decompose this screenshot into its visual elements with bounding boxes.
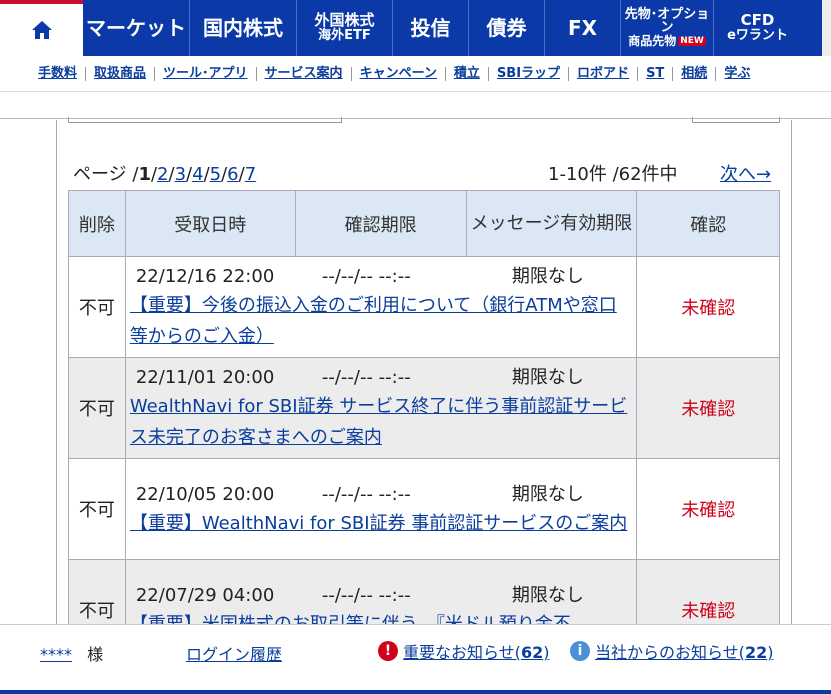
subnav-inheritance[interactable]: 相続 [673,66,717,81]
nav-funds[interactable]: 投信 [393,0,469,56]
subnav-sbi-wrap[interactable]: SBIラップ [489,66,570,81]
col-received: 受取日時 [124,190,296,257]
subnav-tsumitate[interactable]: 積立 [446,66,489,81]
home-tab[interactable] [0,0,83,56]
table-row: 不可 22/12/16 22:00 --/--/-- --:-- 期限なし 【重要】… [68,256,780,358]
col-delete: 削除 [68,190,126,257]
delete-cell: 不可 [68,458,126,560]
home-icon [31,21,52,39]
company-notice: i 当社からのお知らせ(22) [570,639,773,663]
table-row: 不可 22/11/01 20:00 --/--/-- --:-- 期限なし Weal… [68,357,780,459]
subnav-roboad[interactable]: ロボアド [569,66,639,81]
button-stub[interactable] [692,117,780,123]
page-link-5[interactable]: 5 [210,164,221,185]
message-subject-link[interactable]: 【重要】WealthNavi for SBI証券 事前認証サービスのご案内 [130,513,627,534]
next-page-link[interactable]: 次へ→ [720,160,771,186]
subnav-fees[interactable]: 手数料 [30,66,87,81]
delete-cell: 不可 [68,357,126,459]
message-cell: 22/11/01 20:00 --/--/-- --:-- 期限なし WealthN… [124,357,638,459]
page-link-2[interactable]: 2 [157,164,168,185]
info-icon: i [570,641,590,661]
subnav-campaign[interactable]: キャンペーン [352,66,446,81]
nav-edge [822,0,831,56]
table-header: 削除 受取日時 確認期限 メッセージ有効期限 確認 [68,190,780,257]
nav-foreign-stock[interactable]: 外国株式 海外ETF [297,0,393,56]
page-link-3[interactable]: 3 [175,164,186,185]
nav-futures-options[interactable]: 先物･オプション 商品先物 NEW [621,0,714,56]
message-cell: 22/10/05 20:00 --/--/-- --:-- 期限なし 【重要】Wea… [124,458,638,560]
important-notice: ! 重要なお知らせ(62) [378,639,549,663]
bottom-bar [0,690,831,694]
current-page: 1 [138,164,151,185]
login-history-link[interactable]: ログイン履歴 [186,641,282,665]
nav-fx[interactable]: FX [545,0,621,56]
status-unread: 未確認 [636,458,780,560]
page-link-7[interactable]: 7 [245,164,256,185]
user-link[interactable]: **** [40,645,72,664]
col-confirm: 確認 [636,190,780,257]
subnav-learn[interactable]: 学ぶ [716,66,758,81]
subnav-services[interactable]: サービス案内 [257,66,352,81]
result-count: 1-10件 /62件中 [548,164,678,185]
col-deadline: 確認期限 [294,190,467,257]
new-badge: NEW [678,35,706,47]
message-subject-link[interactable]: WealthNavi for SBI証券 サービス終了に伴う事前認証サービス未完… [130,396,627,448]
page-link-4[interactable]: 4 [192,164,203,185]
footer: **** 様 ログイン履歴 ! 重要なお知らせ(62) i 当社からのお知らせ(… [0,624,831,690]
message-cell: 22/12/16 22:00 --/--/-- --:-- 期限なし 【重要】今後の… [124,256,638,358]
sub-nav: 手数料 取扱商品 ツール･アプリ サービス案内 キャンペーン 積立 SBIラップ… [0,56,831,92]
nav-cfd[interactable]: CFD eワラント [714,0,801,56]
page-link-6[interactable]: 6 [227,164,238,185]
status-unread: 未確認 [636,256,780,358]
subnav-tools[interactable]: ツール･アプリ [155,66,257,81]
delete-cell: 不可 [68,256,126,358]
select-stub[interactable] [68,117,342,123]
status-unread: 未確認 [636,357,780,459]
pager: ページ /1/2/3/4/5/6/7 [73,164,257,185]
message-subject-link[interactable]: 【重要】今後の振込入金のご利用について（銀行ATMや窓口等からのご入金） [130,295,617,347]
table-row: 不可 22/10/05 20:00 --/--/-- --:-- 期限なし 【重要】… [68,458,780,560]
nav-bonds[interactable]: 債券 [469,0,545,56]
user-name: **** 様 [40,645,104,664]
global-nav: マーケット 国内株式 外国株式 海外ETF 投信 債券 FX 先物･オプション … [0,0,831,56]
subnav-st[interactable]: ST [638,66,674,81]
nav-market[interactable]: マーケット [83,0,190,56]
col-validity: メッセージ有効期限 [465,190,638,257]
nav-domestic-stock[interactable]: 国内株式 [190,0,297,56]
important-notice-link[interactable]: 重要なお知らせ(62) [403,639,549,663]
message-table: 削除 受取日時 確認期限 メッセージ有効期限 確認 不可 22/12/16 22… [68,190,780,661]
company-notice-link[interactable]: 当社からのお知らせ(22) [595,639,773,663]
alert-icon: ! [378,641,398,661]
subnav-products[interactable]: 取扱商品 [86,66,156,81]
